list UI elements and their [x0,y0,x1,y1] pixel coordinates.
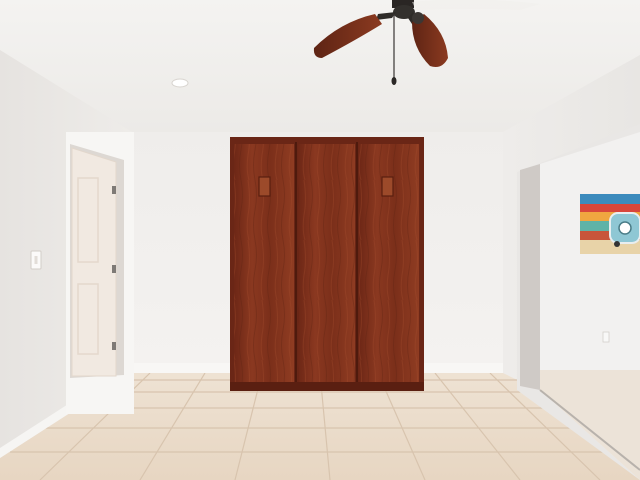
door-hinge-top [112,186,116,194]
light-switch-toggle [34,256,38,264]
cabinet-handle-left[interactable] [258,176,271,197]
door-hinge-bottom [112,342,116,350]
sliding-door-curtain-edge [520,164,540,390]
murphy-bed-cabinet [230,137,424,391]
room-photo [0,0,640,480]
painting-van-wheel-icon [614,241,620,247]
painting-stripe-blue [580,194,640,204]
painting-peace-symbol-icon [618,221,632,235]
wall-art-painting [580,194,640,254]
room-illustration [0,0,640,480]
fan-light-cap [412,12,424,24]
cabinet-grain-center [298,144,355,384]
cabinet-handle-right[interactable] [381,176,394,197]
fan-pull-chain-fob [391,77,397,85]
painting-stripe-red [580,204,640,212]
recessed-light [171,78,189,88]
door-hinge-middle [112,265,116,273]
cabinet-base [230,382,424,391]
outlet-adjacent-room [602,331,610,343]
